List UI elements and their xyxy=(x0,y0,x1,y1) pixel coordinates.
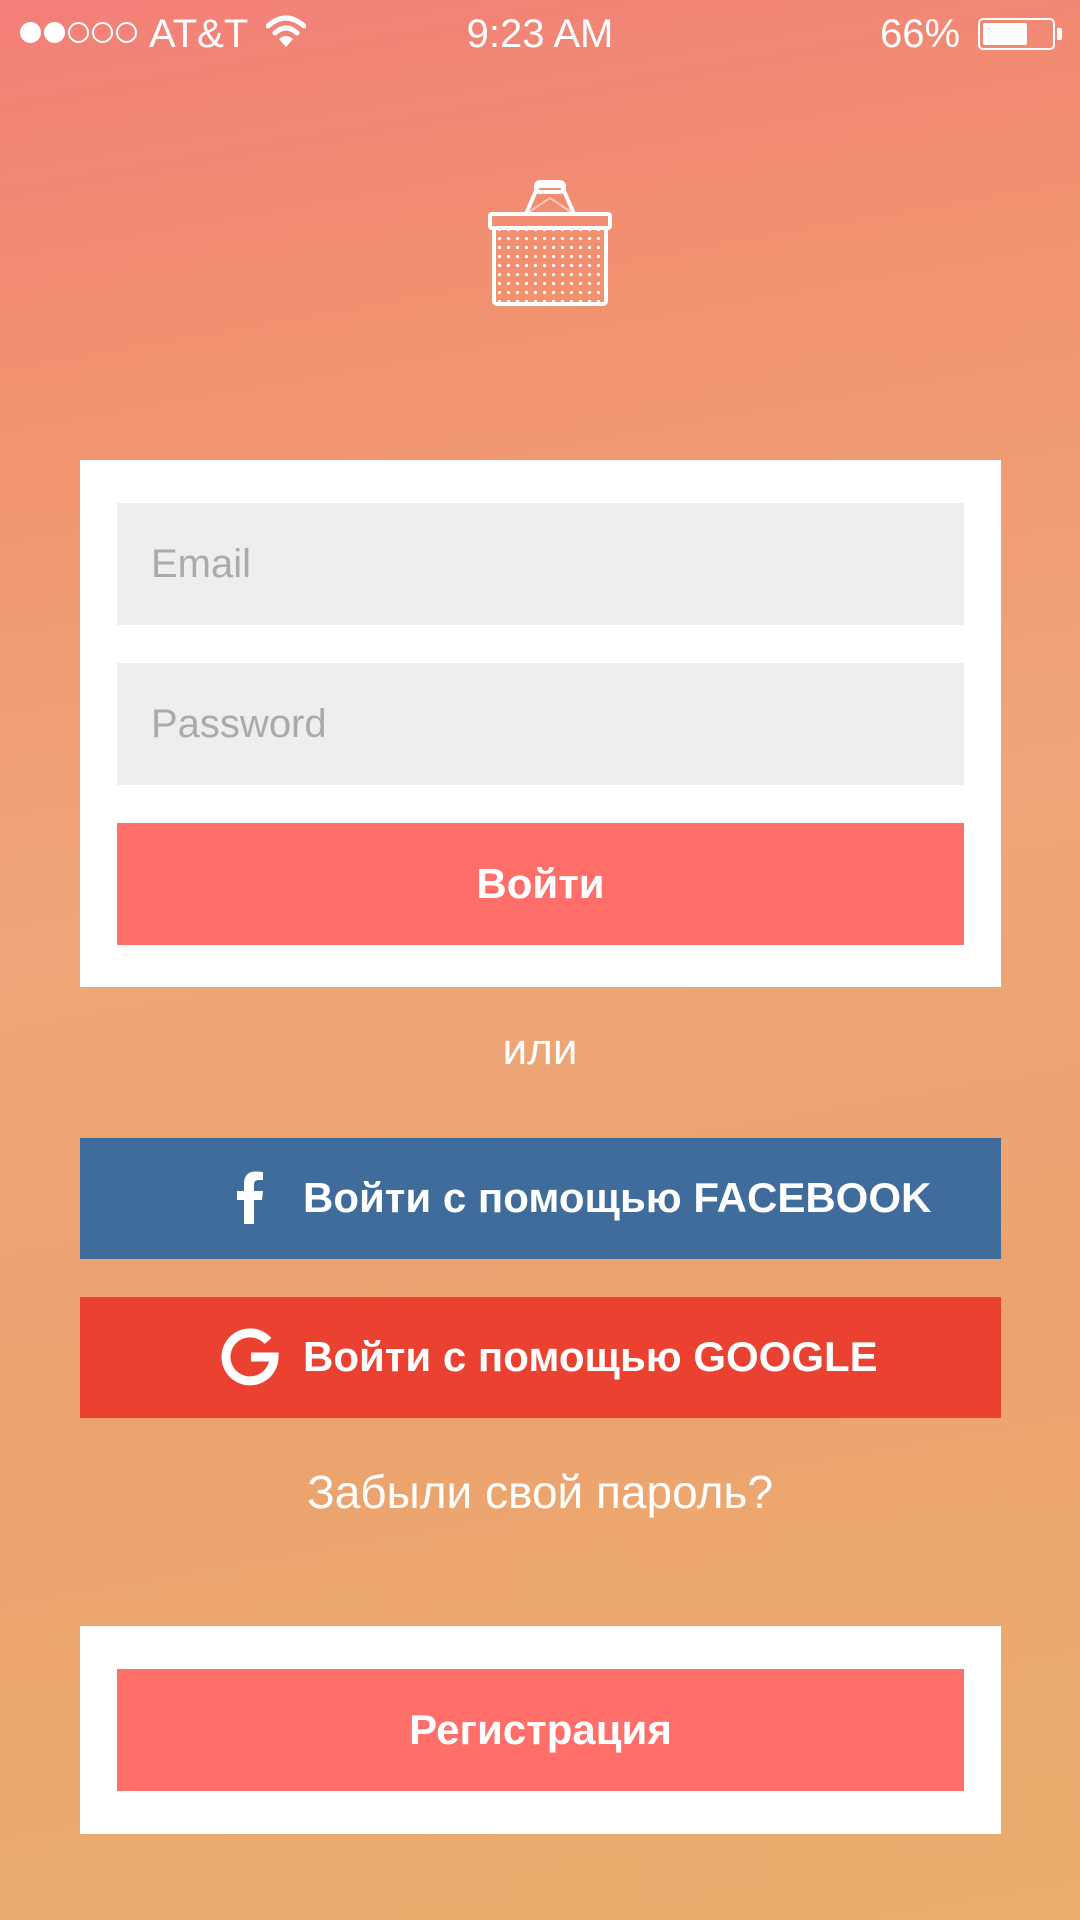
facebook-login-label: Войти с помощью FACEBOOK xyxy=(303,1174,932,1221)
register-card: Регистрация xyxy=(80,1626,1001,1834)
email-field[interactable] xyxy=(117,503,964,625)
battery-percentage: 66% xyxy=(880,12,961,56)
status-bar: AT&T 9:23 AM 66% xyxy=(0,0,1080,66)
register-button[interactable]: Регистрация xyxy=(117,1669,964,1791)
battery-icon xyxy=(978,18,1055,50)
battery-nub xyxy=(1057,28,1062,40)
google-login-label: Войти с помощью GOOGLE xyxy=(303,1333,878,1380)
login-button[interactable]: Войти xyxy=(117,823,964,945)
login-card: Войти xyxy=(80,460,1001,987)
or-divider: или xyxy=(502,1025,578,1074)
forgot-password-link[interactable]: Забыли свой пароль? xyxy=(0,1465,1080,1519)
password-field[interactable] xyxy=(117,663,964,785)
facebook-login-button[interactable]: Войти с помощью FACEBOOK xyxy=(80,1138,1001,1259)
facebook-icon xyxy=(237,1171,263,1224)
shopping-basket-icon xyxy=(488,180,612,306)
google-login-button[interactable]: Войти с помощью GOOGLE xyxy=(80,1297,1001,1418)
google-icon xyxy=(221,1328,279,1386)
